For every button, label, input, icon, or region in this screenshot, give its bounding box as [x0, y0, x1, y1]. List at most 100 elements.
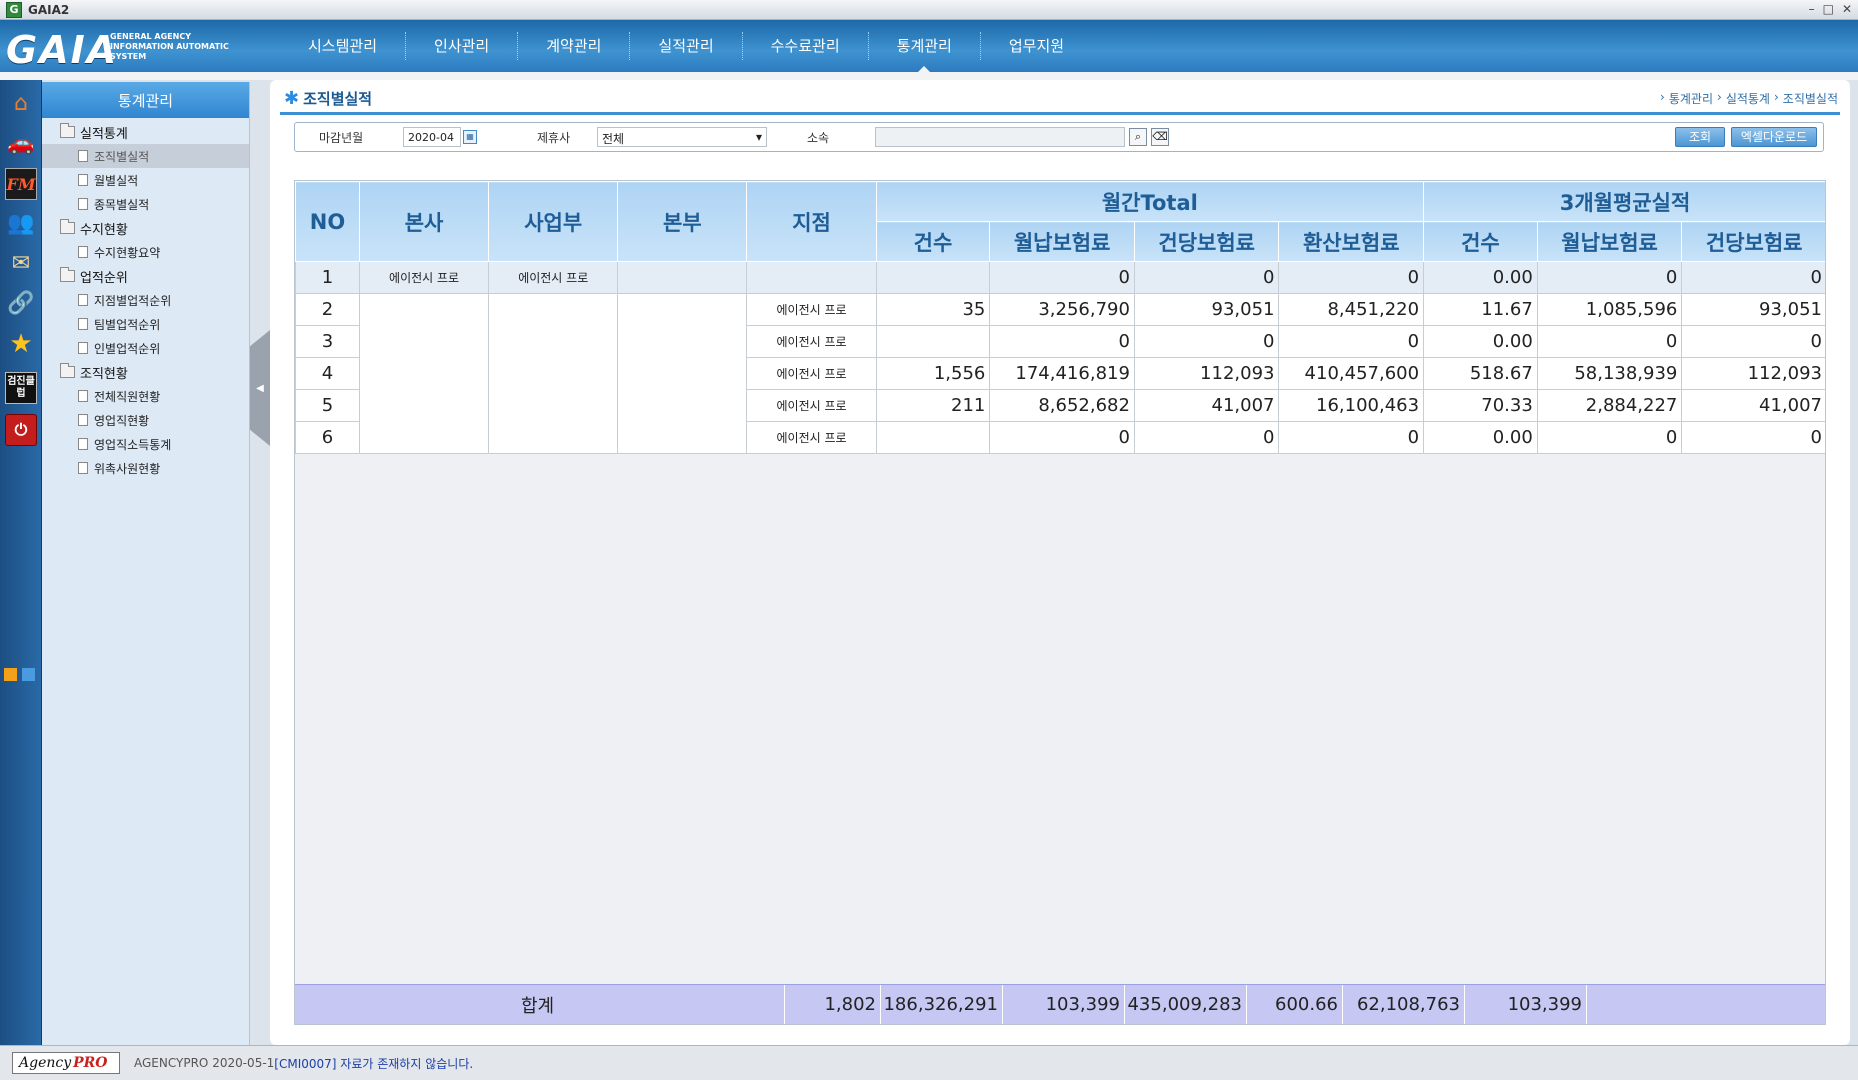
- breadcrumb-item[interactable]: 조직별실적: [1783, 90, 1838, 107]
- blue-square-icon[interactable]: [22, 668, 35, 681]
- cell-region: [617, 261, 748, 294]
- window-title: GAIA2: [28, 2, 70, 17]
- chevron-left-icon: ◀: [256, 382, 264, 394]
- document-icon: [78, 246, 88, 258]
- cell-count: 211: [875, 389, 991, 422]
- nav-system-admin[interactable]: 시스템관리: [280, 32, 407, 60]
- col-header-division[interactable]: 사업부: [488, 181, 619, 262]
- col-header-avg-monthly-premium[interactable]: 월납보험료: [1536, 221, 1683, 262]
- cell-per-case-premium: 112,093: [1133, 357, 1280, 390]
- folder-icon: [60, 123, 75, 138]
- orange-square-icon[interactable]: [4, 668, 17, 681]
- tree-item-label: 지점별업적순위: [94, 293, 172, 308]
- cell-avg-count: 0.00: [1423, 325, 1538, 358]
- cell-count: 1,556: [875, 357, 991, 390]
- cell-avg-count: 518.67: [1423, 357, 1538, 390]
- minimize-icon[interactable]: –: [1809, 2, 1815, 16]
- col-header-converted-premium[interactable]: 환산보험료: [1278, 221, 1425, 262]
- tree-group-ranking[interactable]: 업적순위: [42, 264, 249, 288]
- performance-grid: NO 본사 사업부 본부 지점 월간Total 3개월평균실적 건수 월납보험료…: [294, 180, 1826, 1025]
- tree-group-balance[interactable]: 수지현황: [42, 216, 249, 240]
- checkup-club-icon[interactable]: 검진클럽: [5, 372, 37, 404]
- table-row[interactable]: 1 에이전시 프로 에이전시 프로 0 0 0 0.00 0 0: [295, 261, 1825, 294]
- breadcrumb-item[interactable]: 실적통계: [1726, 90, 1770, 107]
- tree-group-performance-stats[interactable]: 실적통계: [42, 120, 249, 144]
- table-row[interactable]: 2 에이전시 프로 35 3,256,790 93,051 8,451,220 …: [295, 293, 1825, 454]
- calendar-icon[interactable]: ▦: [463, 130, 477, 144]
- tree-item-monthly-performance[interactable]: 월별실적: [42, 168, 249, 192]
- cell-converted-premium: 8,451,220: [1278, 293, 1425, 326]
- tree-item-org-performance[interactable]: 조직별실적: [42, 144, 249, 168]
- query-button[interactable]: 조회: [1675, 127, 1725, 147]
- excel-download-button[interactable]: 엑셀다운로드: [1731, 127, 1817, 147]
- col-header-branch[interactable]: 지점: [746, 181, 877, 262]
- cell-monthly-premium: 8,652,682: [989, 389, 1135, 422]
- eraser-icon[interactable]: ⌫: [1151, 128, 1169, 146]
- nav-hr-admin[interactable]: 인사관리: [406, 32, 519, 60]
- nav-performance-admin[interactable]: 실적관리: [630, 32, 743, 60]
- logo-subtitle: GENERAL AGENCY INFORMATION AUTOMATIC SYS…: [110, 32, 229, 61]
- col-header-region[interactable]: 본부: [617, 181, 748, 262]
- brand-name: Agency: [19, 1055, 72, 1071]
- document-icon: [78, 318, 88, 330]
- tree-item-label: 인별업적순위: [94, 341, 161, 356]
- total-converted-premium: 435,009,283: [1125, 985, 1247, 1024]
- partner-select[interactable]: 전체 ▾: [597, 127, 767, 147]
- tree-item-branch-ranking[interactable]: 지점별업적순위: [42, 288, 249, 312]
- car-icon[interactable]: 🚗: [5, 128, 37, 160]
- tree-item-label: 월별실적: [94, 173, 139, 188]
- col-header-avg-per-case-premium[interactable]: 건당보험료: [1681, 221, 1825, 262]
- breadcrumb-item[interactable]: 통계관리: [1669, 90, 1713, 107]
- tree-item-commissioned-staff[interactable]: 위촉사원현황: [42, 456, 249, 480]
- cell-region-merged: [617, 293, 748, 454]
- tree-item-all-staff[interactable]: 전체직원현황: [42, 384, 249, 408]
- col-header-hq[interactable]: 본사: [358, 181, 490, 262]
- nav-commission-admin[interactable]: 수수료관리: [743, 32, 869, 60]
- link-icon[interactable]: 🔗: [5, 288, 37, 320]
- users-icon[interactable]: 👥: [5, 208, 37, 240]
- nav-contract-admin[interactable]: 계약관리: [518, 32, 631, 60]
- total-row: 합계 1,802 186,326,291 103,399 435,009,283…: [295, 984, 1825, 1024]
- panel-collapse-handle[interactable]: ◀: [250, 330, 270, 446]
- col-header-per-case-premium[interactable]: 건당보험료: [1133, 221, 1280, 262]
- cell-division: 에이전시 프로: [488, 261, 619, 294]
- star-icon[interactable]: ★: [5, 328, 37, 360]
- tree-item-team-ranking[interactable]: 팀별업적순위: [42, 312, 249, 336]
- logout-icon[interactable]: ⏻: [5, 414, 37, 446]
- tree-group-org-status[interactable]: 조직현황: [42, 360, 249, 384]
- tree-item-sales-income[interactable]: 영업직소득통계: [42, 432, 249, 456]
- home-icon[interactable]: ⌂: [5, 88, 37, 120]
- col-group-3month-avg: 3개월평균실적: [1423, 181, 1825, 222]
- nav-statistics-admin[interactable]: 통계관리: [869, 32, 981, 72]
- col-header-avg-count[interactable]: 건수: [1423, 221, 1538, 262]
- cell-branch: 에이전시 프로: [746, 357, 877, 390]
- total-label: 합계: [295, 985, 785, 1024]
- col-header-monthly-premium[interactable]: 월납보험료: [989, 221, 1135, 262]
- col-header-count[interactable]: 건수: [875, 221, 991, 262]
- tree-item-balance-summary[interactable]: 수지현황요약: [42, 240, 249, 264]
- fm-icon[interactable]: FM: [5, 168, 37, 200]
- maximize-icon[interactable]: □: [1823, 2, 1834, 16]
- nav-work-support[interactable]: 업무지원: [981, 32, 1092, 60]
- breadcrumb-arrow-icon: ›: [1773, 90, 1779, 104]
- cell-avg-per-case-premium: 93,051: [1681, 293, 1825, 326]
- tree-item-person-ranking[interactable]: 인별업적순위: [42, 336, 249, 360]
- chevron-down-icon: ▾: [755, 130, 762, 144]
- closing-month-input[interactable]: 2020-04: [403, 127, 461, 147]
- close-icon[interactable]: ✕: [1842, 2, 1852, 16]
- tree-group-label: 조직현황: [80, 366, 128, 382]
- menu-tree-panel: 통계관리 실적통계 조직별실적 월별실적 종목별실적 수지현황 수지현황요약 업…: [42, 82, 250, 1045]
- org-input[interactable]: [875, 127, 1125, 147]
- document-icon: [78, 294, 88, 306]
- total-monthly-premium: 186,326,291: [881, 985, 1003, 1024]
- tree-item-label: 조직별실적: [94, 149, 150, 164]
- mail-icon[interactable]: ✉: [5, 248, 37, 280]
- cell-avg-monthly-premium: 0: [1536, 421, 1683, 454]
- col-header-no[interactable]: NO: [295, 181, 360, 262]
- search-icon[interactable]: ⌕: [1129, 128, 1147, 146]
- tree-item-sales-staff[interactable]: 영업직현황: [42, 408, 249, 432]
- tree-item-category-performance[interactable]: 종목별실적: [42, 192, 249, 216]
- total-avg-monthly-premium: 62,108,763: [1343, 985, 1465, 1024]
- cell-monthly-premium: 0: [989, 325, 1135, 358]
- cell-avg-per-case-premium: 112,093: [1681, 357, 1825, 390]
